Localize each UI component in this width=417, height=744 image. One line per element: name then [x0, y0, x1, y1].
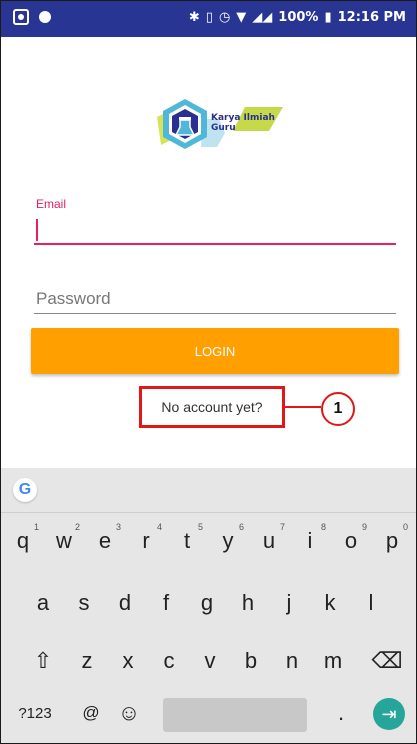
text-cursor [36, 219, 38, 241]
key-y[interactable]: y6 [208, 518, 248, 564]
period-key[interactable]: . [323, 690, 359, 736]
keyboard-row-3: ⇧ z x c v b n m ⌫ [1, 638, 416, 684]
key-w[interactable]: w2 [44, 518, 84, 564]
wifi-icon: ▼ [236, 10, 247, 25]
emoji-icon[interactable]: ☺ [109, 690, 149, 736]
key-c[interactable]: c [149, 638, 189, 684]
key-b[interactable]: b [231, 638, 271, 684]
password-field[interactable] [34, 285, 396, 314]
vibrate-icon: ▯ [205, 10, 213, 25]
key-a[interactable]: a [23, 580, 63, 626]
battery-percent: 100% [278, 10, 319, 25]
key-r[interactable]: r4 [126, 518, 166, 564]
key-k[interactable]: k [310, 580, 350, 626]
alarm-icon: ◷ [218, 10, 231, 25]
key-n[interactable]: n [272, 638, 312, 684]
key-x[interactable]: x [108, 638, 148, 684]
key-t[interactable]: t5 [167, 518, 207, 564]
key-g[interactable]: g [187, 580, 227, 626]
key-q[interactable]: q1 [3, 518, 43, 564]
enter-icon[interactable]: ⇥ [373, 698, 405, 730]
clock: 12:16 PM [337, 10, 406, 25]
key-s[interactable]: s [64, 580, 104, 626]
at-key[interactable]: @ [73, 690, 109, 736]
login-button[interactable]: LOGIN [31, 328, 399, 374]
keyboard-row-2: a s d f g h j k l [1, 580, 416, 626]
key-i[interactable]: i8 [290, 518, 330, 564]
key-f[interactable]: f [146, 580, 186, 626]
key-o[interactable]: o9 [331, 518, 371, 564]
annotation-marker: 1 [321, 392, 355, 426]
battery-icon: ▮ [324, 10, 332, 25]
app-logo: Karya Ilmiah Guru [149, 95, 289, 155]
no-account-label: No account yet? [161, 399, 263, 415]
key-v[interactable]: v [190, 638, 230, 684]
dot-icon [39, 11, 51, 23]
email-label: Email [36, 197, 67, 211]
key-z[interactable]: z [67, 638, 107, 684]
key-h[interactable]: h [228, 580, 268, 626]
phone-screen: ✱ ▯ ◷ ▼ ◢◢ 100% ▮ 12:16 PM Karya Ilmiah G… [0, 0, 417, 744]
key-j[interactable]: j [269, 580, 309, 626]
email-field[interactable] [34, 215, 396, 245]
logo-text: Karya Ilmiah Guru [211, 113, 275, 133]
key-l[interactable]: l [351, 580, 391, 626]
annotation-connector [285, 406, 321, 408]
no-account-link[interactable]: No account yet? [139, 386, 285, 428]
shift-icon[interactable]: ⇧ [21, 638, 65, 684]
key-e[interactable]: e3 [85, 518, 125, 564]
google-icon[interactable]: G [13, 478, 37, 502]
symbols-key[interactable]: ?123 [7, 690, 63, 736]
bluetooth-icon: ✱ [188, 10, 200, 25]
status-bar: ✱ ▯ ◷ ▼ ◢◢ 100% ▮ 12:16 PM [1, 1, 416, 37]
keyboard-suggestion-bar: G [1, 468, 416, 513]
space-bar[interactable] [163, 698, 307, 732]
soft-keyboard: G q1 w2 e3 r4 t5 y6 u7 i8 o9 p0 a s d f … [1, 468, 416, 743]
signal-icon: ◢◢ [252, 10, 273, 25]
backspace-icon[interactable]: ⌫ [365, 638, 409, 684]
key-d[interactable]: d [105, 580, 145, 626]
key-m[interactable]: m [313, 638, 353, 684]
notification-icon [13, 9, 29, 25]
key-u[interactable]: u7 [249, 518, 289, 564]
keyboard-row-1: q1 w2 e3 r4 t5 y6 u7 i8 o9 p0 [1, 518, 416, 564]
key-p[interactable]: p0 [372, 518, 412, 564]
